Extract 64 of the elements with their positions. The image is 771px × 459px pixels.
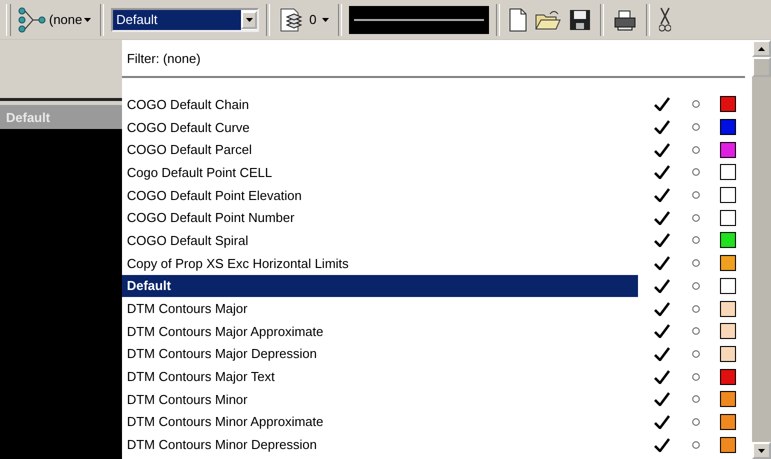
caret-icon (322, 18, 330, 22)
circle-icon (692, 350, 700, 358)
circle-icon (692, 372, 700, 381)
circle-icon (692, 191, 700, 200)
check-icon[interactable] (654, 370, 670, 384)
style-item[interactable]: DTM Contours Minor Approximate (122, 410, 638, 434)
style-item[interactable]: DTM Contours Minor (122, 388, 638, 411)
style-item[interactable]: DTM Contours Major Approximate (122, 320, 638, 343)
line-style-selector[interactable] (349, 6, 490, 34)
style-combo[interactable]: Default (111, 8, 260, 32)
check-icon[interactable] (654, 233, 670, 248)
circle-icon (692, 304, 700, 313)
circle-icon (692, 440, 700, 449)
check-icon[interactable] (654, 120, 670, 134)
caret-icon (84, 18, 92, 22)
circle-icon (692, 168, 700, 176)
node-tree-icon (17, 6, 47, 32)
check-icon[interactable] (654, 210, 670, 225)
style-label: Default (0, 105, 122, 129)
style-item[interactable]: DTM Contours Major Text (122, 365, 638, 388)
style-item[interactable]: COGO Default Point Elevation (122, 184, 638, 206)
scrollbar[interactable] (751, 40, 771, 459)
circle-icon (692, 146, 700, 154)
check-icon[interactable] (654, 188, 670, 202)
check-icon[interactable] (654, 165, 670, 180)
check-icon[interactable] (654, 438, 670, 452)
style-item[interactable]: Cogo Default Point CELL (122, 161, 638, 184)
scroll-thumb[interactable] (752, 57, 771, 77)
style-item[interactable]: COGO Default Point Number (122, 206, 638, 230)
check-icon[interactable] (654, 392, 670, 406)
check-icon[interactable] (654, 97, 670, 112)
style-item[interactable]: COGO Default Curve (122, 116, 638, 138)
check-icon[interactable] (654, 346, 670, 361)
circle-icon (692, 236, 700, 244)
style-item[interactable]: COGO Default Parcel (122, 138, 638, 162)
check-icon[interactable] (654, 302, 670, 316)
circle-icon (692, 282, 700, 290)
scroll-down-icon[interactable] (752, 442, 771, 459)
circle-icon (692, 123, 700, 132)
circle-icon (692, 214, 700, 222)
style-item[interactable]: DTM Contours Major Depression (122, 342, 638, 366)
level-selector[interactable]: 0 (277, 6, 332, 32)
style-item[interactable]: COGO Default Spiral (122, 229, 638, 252)
circle-icon (692, 395, 700, 404)
style-item[interactable]: DTM Contours Minor Depression (122, 433, 638, 456)
layers-icon (279, 6, 304, 32)
check-icon[interactable] (654, 278, 670, 293)
scroll-up-icon[interactable] (752, 40, 771, 57)
style-selector[interactable]: (none (15, 4, 94, 34)
circle-icon (692, 259, 700, 268)
circle-icon (692, 327, 700, 336)
check-icon[interactable] (654, 324, 670, 338)
check-icon[interactable] (654, 142, 670, 157)
check-icon[interactable] (654, 414, 670, 429)
caret-icon (246, 18, 253, 22)
circle-icon (692, 100, 700, 108)
new-file-icon[interactable] (507, 6, 530, 34)
check-icon[interactable] (654, 256, 670, 270)
style-item[interactable]: Default (122, 274, 638, 298)
circle-icon (692, 418, 700, 426)
style-item[interactable]: COGO Default Chain (122, 93, 638, 116)
style-item[interactable]: Copy of Prop XS Exc Horizontal Limits (122, 252, 638, 274)
filter-label: Filter: (none) (122, 40, 746, 78)
style-item[interactable]: DTM Contours Major (122, 297, 638, 320)
